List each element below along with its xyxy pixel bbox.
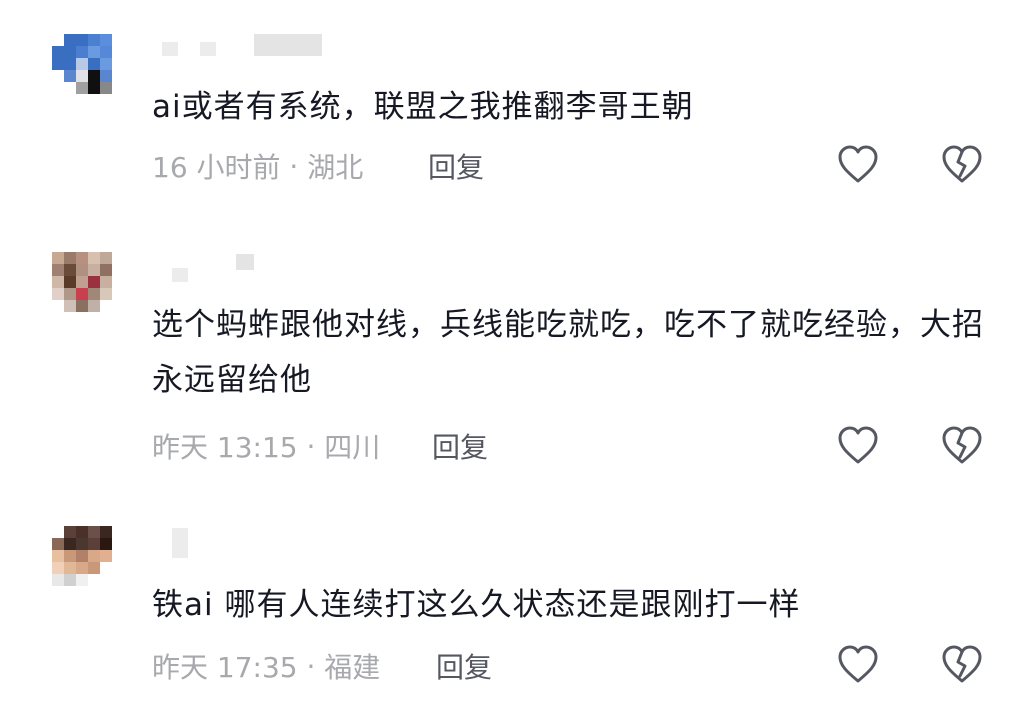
- avatar-pixel: [88, 538, 100, 550]
- comment-meta: 昨天 17:35 · 福建: [152, 646, 380, 686]
- meta-separator: ·: [297, 649, 325, 683]
- avatar-pixel: [52, 586, 64, 598]
- avatar-pixel: [100, 574, 112, 586]
- comment-location: 福建: [324, 651, 381, 684]
- avatar-pixel: [100, 562, 112, 574]
- avatar-pixel: [52, 538, 64, 550]
- like-heart-icon[interactable]: [836, 643, 880, 687]
- avatar[interactable]: [52, 526, 136, 610]
- avatar-pixel: [52, 574, 64, 586]
- avatar-pixel: [100, 550, 112, 562]
- avatar-pixel: [52, 598, 64, 610]
- avatar-pixel: [88, 550, 100, 562]
- avatar-pixel: [76, 598, 88, 610]
- comment-time: 昨天 17:35: [152, 651, 298, 684]
- avatar-pixel: [112, 538, 124, 550]
- avatar-pixel: [76, 562, 88, 574]
- username-pixelated[interactable]: [162, 528, 342, 558]
- avatar-pixel: [64, 562, 76, 574]
- comment-item: 铁ai 哪有人连续打这么久状态还是跟刚打一样 昨天 17:35 · 福建 回复: [0, 0, 1024, 709]
- avatar-pixel: [112, 586, 124, 598]
- avatar-pixel: [100, 538, 112, 550]
- avatar-pixel: [76, 574, 88, 586]
- dislike-broken-heart-icon[interactable]: [940, 643, 984, 687]
- avatar-pixel: [64, 598, 76, 610]
- avatar-pixel: [124, 550, 136, 562]
- avatar-pixel: [100, 526, 112, 538]
- avatar-pixel: [112, 526, 124, 538]
- avatar-pixel: [76, 586, 88, 598]
- avatar-pixel: [88, 562, 100, 574]
- avatar-pixel: [88, 526, 100, 538]
- avatar-pixel: [100, 586, 112, 598]
- avatar-pixel: [52, 526, 64, 538]
- avatar-pixel: [88, 598, 100, 610]
- avatar-pixel: [64, 574, 76, 586]
- avatar-pixel: [64, 526, 76, 538]
- avatar-pixel: [76, 526, 88, 538]
- avatar-pixel: [64, 586, 76, 598]
- avatar-pixel: [124, 538, 136, 550]
- comment-text: 铁ai 哪有人连续打这么久状态还是跟刚打一样: [152, 587, 801, 623]
- avatar-pixel: [124, 598, 136, 610]
- avatar-pixel: [124, 562, 136, 574]
- avatar-pixel: [112, 550, 124, 562]
- avatar-pixel: [88, 586, 100, 598]
- avatar-pixel: [124, 526, 136, 538]
- avatar-pixel: [52, 550, 64, 562]
- avatar-pixel: [112, 598, 124, 610]
- reply-button[interactable]: 回复: [436, 646, 492, 686]
- avatar-pixel: [124, 586, 136, 598]
- avatar-pixel: [124, 574, 136, 586]
- avatar-pixel: [88, 574, 100, 586]
- avatar-pixel: [76, 538, 88, 550]
- avatar-pixel: [64, 550, 76, 562]
- avatar-pixel: [112, 562, 124, 574]
- avatar-pixel: [112, 574, 124, 586]
- avatar-pixel: [100, 598, 112, 610]
- avatar-pixel: [52, 562, 64, 574]
- avatar-pixel: [76, 550, 88, 562]
- avatar-pixel: [64, 538, 76, 550]
